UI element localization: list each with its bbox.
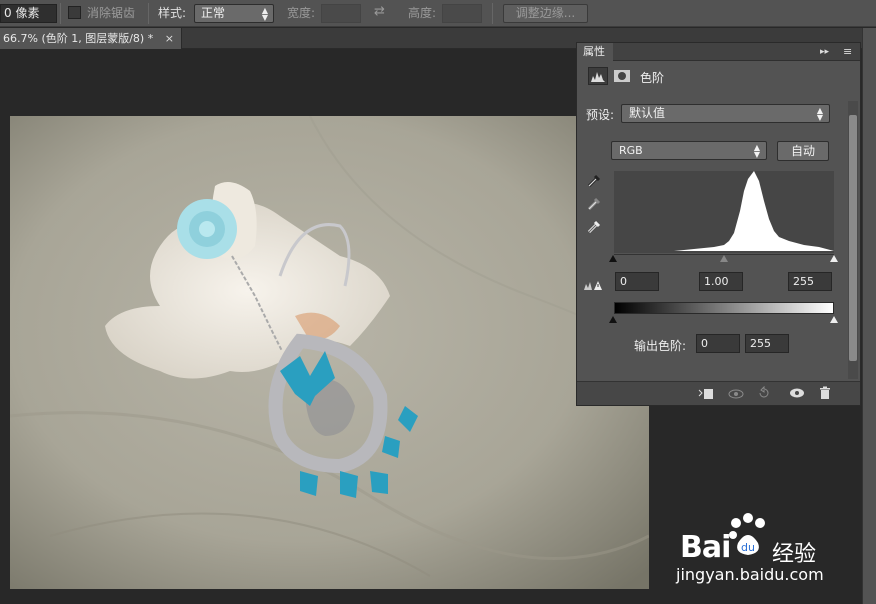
baidu-logo-text: Bai — [680, 530, 731, 565]
options-bar: 0 像素 消除锯齿 样式: 正常 ▲ ▼ 宽度: ⇄ 高度: 调整边缘... — [0, 0, 876, 27]
input-white-field[interactable]: 255 — [788, 272, 832, 291]
mask-icon[interactable] — [612, 67, 632, 85]
chevron-updown-icon: ▲ ▼ — [753, 143, 760, 159]
style-select[interactable]: 正常 ▲ ▼ — [194, 4, 274, 23]
height-label: 高度: — [408, 6, 437, 20]
preset-select-value: 默认值 — [629, 106, 666, 120]
paw-icon: du — [726, 513, 770, 564]
toolbar-divider — [60, 3, 61, 24]
trash-icon[interactable] — [819, 386, 831, 403]
close-icon[interactable]: × — [165, 28, 174, 49]
panel-footer — [577, 381, 860, 405]
input-black-field[interactable]: 0 — [615, 272, 659, 291]
anti-alias-label: 消除锯齿 — [87, 6, 136, 20]
chevron-updown-icon: ▲ ▼ — [816, 106, 823, 122]
output-gradient — [614, 302, 834, 314]
panel-menu-icon[interactable]: ≡ — [843, 45, 852, 59]
adjustment-title: 色阶 — [640, 71, 665, 85]
watermark-url: jingyan.baidu.com — [676, 565, 824, 584]
input-gamma-field[interactable]: 1.00 — [699, 272, 743, 291]
width-label: 宽度: — [287, 6, 316, 20]
clipping-warning-icon[interactable] — [583, 279, 603, 296]
panel-scrollbar[interactable] — [848, 101, 858, 379]
preset-select[interactable]: 默认值 ▲ ▼ — [621, 104, 830, 123]
toolbar-divider — [148, 3, 149, 24]
clip-to-layer-icon[interactable] — [698, 387, 714, 404]
document-tab-title: 66.7% (色阶 1, 图层蒙版/8) * — [3, 32, 154, 45]
watermark-brand: Bai — [680, 530, 731, 565]
histogram-graph — [614, 171, 834, 251]
anti-alias-checkbox[interactable] — [68, 6, 81, 19]
swap-icon[interactable]: ⇄ — [374, 5, 385, 19]
document-tab[interactable]: 66.7% (色阶 1, 图层蒙版/8) * × — [0, 28, 182, 49]
chevron-updown-icon: ▲ ▼ — [261, 6, 268, 22]
tab-properties[interactable]: 属性 — [577, 43, 613, 61]
channel-select-value: RGB — [619, 144, 643, 157]
photo-earring-on-cloth — [10, 116, 649, 589]
channel-select[interactable]: RGB ▲ ▼ — [611, 141, 767, 160]
svg-text:du: du — [741, 541, 755, 554]
watermark-product: 经验 — [772, 542, 817, 567]
panel-header: 属性 ▸▸ ≡ — [577, 43, 860, 61]
white-point-eyedropper-icon[interactable] — [586, 219, 602, 238]
height-input[interactable] — [442, 4, 482, 23]
output-white-field[interactable]: 255 — [745, 334, 789, 353]
view-previous-state-icon[interactable] — [727, 387, 745, 404]
levels-icon[interactable] — [588, 67, 608, 85]
input-gamma-slider[interactable] — [720, 255, 728, 262]
properties-panel: 属性 ▸▸ ≡ 色阶 预设: 默认值 ▲ ▼ RGB ▲ ▼ 自动 0 1.00… — [576, 42, 861, 406]
output-black-slider[interactable] — [609, 316, 617, 323]
input-black-slider[interactable] — [609, 255, 617, 262]
right-dock-strip — [862, 28, 876, 604]
refine-edge-button[interactable]: 调整边缘... — [503, 4, 588, 23]
black-point-eyedropper-icon[interactable] — [586, 173, 602, 192]
reset-icon[interactable] — [757, 385, 771, 403]
gray-point-eyedropper-icon[interactable] — [586, 196, 602, 215]
style-label: 样式: — [158, 6, 187, 20]
output-levels-label: 输出色阶: — [634, 339, 687, 353]
style-select-value: 正常 — [201, 6, 226, 20]
visibility-eye-icon[interactable] — [789, 387, 805, 402]
scrollbar-thumb[interactable] — [849, 115, 857, 361]
input-white-slider[interactable] — [830, 255, 838, 262]
preset-label: 预设: — [586, 108, 615, 122]
auto-button[interactable]: 自动 — [777, 141, 829, 161]
levels-histogram — [614, 171, 834, 253]
output-white-slider[interactable] — [830, 316, 838, 323]
document-image[interactable] — [10, 116, 649, 589]
feather-input[interactable]: 0 像素 — [0, 4, 57, 23]
toolbar-divider — [492, 3, 493, 24]
output-black-field[interactable]: 0 — [696, 334, 740, 353]
collapse-icon[interactable]: ▸▸ — [820, 45, 829, 59]
width-input[interactable] — [321, 4, 361, 23]
